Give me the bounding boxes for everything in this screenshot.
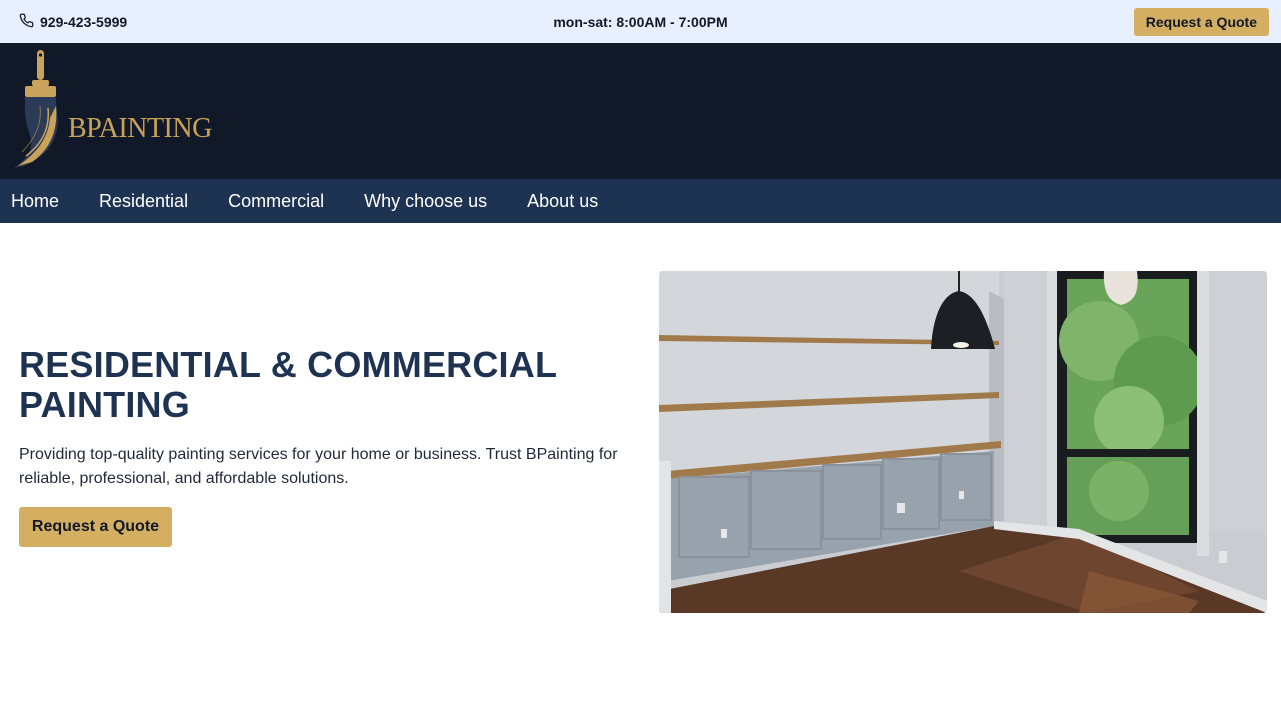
hero-section: RESIDENTIAL & COMMERCIAL PAINTING Provid…	[0, 223, 1281, 721]
business-hours: mon-sat: 8:00AM - 7:00PM	[553, 13, 728, 30]
hero-title-line2: PAINTING	[19, 384, 190, 425]
nav-item-why-choose-us[interactable]: Why choose us	[364, 191, 487, 212]
hero-content: RESIDENTIAL & COMMERCIAL PAINTING Provid…	[19, 345, 639, 547]
phone-contact[interactable]: 929-423-5999	[19, 13, 127, 31]
nav-item-about-us[interactable]: About us	[527, 191, 598, 212]
hero-title: RESIDENTIAL & COMMERCIAL PAINTING	[19, 345, 639, 425]
logo-text: BPAINTING	[68, 112, 212, 144]
nav-item-residential[interactable]: Residential	[99, 191, 188, 212]
main-nav: Home Residential Commercial Why choose u…	[0, 179, 1281, 223]
hero-description: Providing top-quality painting services …	[19, 446, 618, 487]
logo[interactable]: BPAINTING	[10, 48, 212, 175]
top-bar: 929-423-5999 mon-sat: 8:00AM - 7:00PM Re…	[0, 0, 1281, 43]
hero-title-line1: RESIDENTIAL & COMMERCIAL	[19, 344, 558, 385]
paintbrush-icon	[10, 48, 70, 175]
nav-item-home[interactable]: Home	[11, 191, 59, 212]
phone-icon	[19, 13, 34, 31]
phone-number[interactable]: 929-423-5999	[40, 14, 127, 30]
nav-item-commercial[interactable]: Commercial	[228, 191, 324, 212]
request-quote-button-hero[interactable]: Request a Quote	[19, 507, 172, 547]
business-hours-wrap: mon-sat: 8:00AM - 7:00PM	[0, 14, 1281, 30]
brand-header: BPAINTING	[0, 43, 1281, 179]
request-quote-button-top[interactable]: Request a Quote	[1133, 7, 1269, 36]
hero-image	[659, 271, 1267, 613]
